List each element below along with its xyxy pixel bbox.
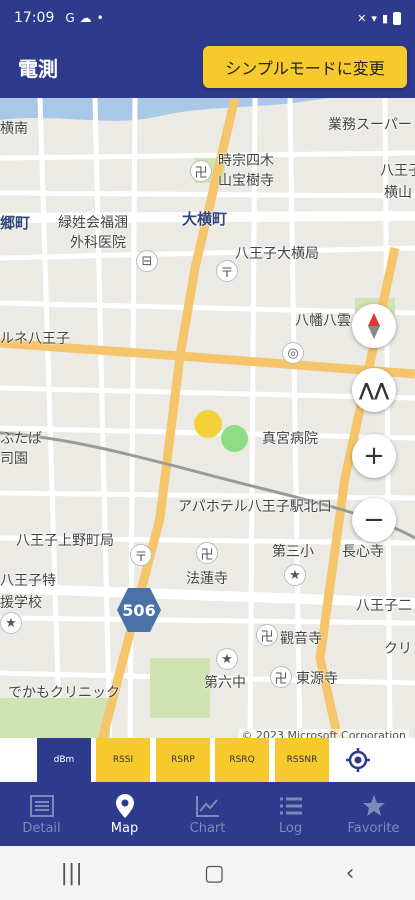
simple-mode-button[interactable]: シンプルモードに変更 xyxy=(203,46,407,88)
battery-icon xyxy=(393,11,401,25)
mute-icon: ✕ xyxy=(357,11,367,25)
temple-icon: 卍 xyxy=(190,160,212,182)
map-label: 時宗四木 xyxy=(218,153,274,169)
crosshair-icon xyxy=(346,748,370,772)
map-label: ルネ八王子 xyxy=(0,331,70,347)
tab-dbm[interactable]: dBm xyxy=(37,738,91,782)
system-nav: ||| ▢ ‹ xyxy=(0,846,415,900)
compass-icon xyxy=(368,313,380,339)
map-label: 第六中 xyxy=(204,675,246,691)
tab-rsrq[interactable]: RSRQ xyxy=(215,738,269,782)
nav-label: Chart xyxy=(189,820,226,836)
nav-favorite[interactable]: Favorite xyxy=(332,782,415,846)
map-label: でかもクリニック xyxy=(8,685,120,701)
cloud-icon: ☁ xyxy=(79,11,92,25)
dot-icon: • xyxy=(96,11,104,25)
app-bar: 電測 シンプルモードに変更 xyxy=(0,36,415,98)
nav-label: Map xyxy=(110,820,139,836)
map-view[interactable]: 業務スーパー 横南 時宗四木 山宝樹寺 八王子 横山 緑姓会福涠 外科医院 大横… xyxy=(0,98,415,748)
map-label: 司園 xyxy=(0,451,28,467)
post-office-icon: 〒 xyxy=(130,544,152,566)
map-pin-icon xyxy=(115,793,134,819)
map-label: 八王子 xyxy=(380,163,415,179)
home-icon[interactable]: ▢ xyxy=(204,861,225,886)
temple-icon: 卍 xyxy=(256,624,278,646)
tilt-button[interactable]: ⋀⋀ xyxy=(352,368,396,412)
map-label: 法蓮寺 xyxy=(186,571,228,587)
app-title: 電測 xyxy=(18,56,58,81)
measurement-dot[interactable] xyxy=(194,410,222,438)
tab-rssi[interactable]: RSSI xyxy=(96,738,150,782)
nav-detail[interactable]: Detail xyxy=(0,782,83,846)
metric-bar: dBm RSSI RSRP RSRQ RSSNR xyxy=(0,738,415,782)
recent-apps-icon[interactable]: ||| xyxy=(61,861,83,886)
school-icon: ★ xyxy=(216,648,238,670)
nav-label: Favorite xyxy=(347,820,400,836)
star-icon xyxy=(362,793,386,819)
school-icon: ★ xyxy=(0,612,22,634)
tab-rssnr[interactable]: RSSNR xyxy=(275,738,329,782)
map-label: 第三小 xyxy=(272,544,314,560)
map-label: 長心寺 xyxy=(342,544,384,560)
measurement-dot[interactable] xyxy=(221,425,248,452)
bottom-nav: Detail Map Chart Log Favorite xyxy=(0,782,415,846)
map-label: ふたば xyxy=(0,431,42,447)
map-label: 郷町 xyxy=(0,214,31,232)
school-icon: ★ xyxy=(284,564,306,586)
list-icon xyxy=(279,793,303,819)
map-label: アパホテル八王子駅北口 xyxy=(178,499,332,515)
map-label: 緑姓会福涠 xyxy=(58,215,128,231)
signal-icon: ▮ xyxy=(381,11,388,25)
map-label: 援学校 xyxy=(0,595,42,611)
map-label: 八王子二 xyxy=(356,598,412,614)
shop-icon: ◎ xyxy=(282,342,304,364)
map-label: 大横町 xyxy=(182,210,228,228)
compass-button[interactable] xyxy=(352,304,396,348)
nav-chart[interactable]: Chart xyxy=(166,782,249,846)
status-time: 17:09 xyxy=(14,10,55,26)
my-location-button[interactable] xyxy=(338,738,378,782)
detail-icon xyxy=(29,793,54,819)
map-label: 八王子特 xyxy=(0,573,56,589)
zoom-out-button[interactable]: − xyxy=(352,498,396,542)
map-label: 東源寺 xyxy=(296,671,338,687)
map-label: 八王子上野町局 xyxy=(16,533,114,549)
building-icon: ⊟ xyxy=(136,250,158,272)
wifi-icon: ▾ xyxy=(371,11,377,25)
zoom-in-button[interactable]: + xyxy=(352,434,396,478)
map-label: 山宝樹寺 xyxy=(218,173,274,189)
chart-icon xyxy=(195,793,220,819)
post-office-icon: 〒 xyxy=(216,260,238,282)
status-bar: 17:09 G ☁ • ✕ ▾ ▮ xyxy=(0,0,415,36)
nav-label: Detail xyxy=(22,820,61,836)
nav-label: Log xyxy=(278,820,303,836)
status-right: ✕ ▾ ▮ xyxy=(357,11,401,25)
map-label: 觀音寺 xyxy=(280,631,322,647)
tab-rsrp[interactable]: RSRP xyxy=(156,738,210,782)
map-label: 外科医院 xyxy=(70,235,126,251)
map-label: 真宮病院 xyxy=(262,431,318,447)
nav-log[interactable]: Log xyxy=(249,782,332,846)
map-label: 横南 xyxy=(0,121,28,137)
google-icon: G xyxy=(65,11,75,25)
nav-map[interactable]: Map xyxy=(83,782,166,846)
map-label: クリ xyxy=(384,641,412,657)
map-label: 八王子大横局 xyxy=(235,246,319,262)
temple-icon: 卍 xyxy=(270,666,292,688)
map-label: 業務スーパー xyxy=(328,117,412,133)
map-label: 横山 xyxy=(384,185,412,201)
map-label: 八幡八雲 xyxy=(295,313,351,329)
tilt-icon: ⋀⋀ xyxy=(358,379,390,401)
back-icon[interactable]: ‹ xyxy=(346,861,355,886)
temple-icon: 卍 xyxy=(196,542,218,564)
